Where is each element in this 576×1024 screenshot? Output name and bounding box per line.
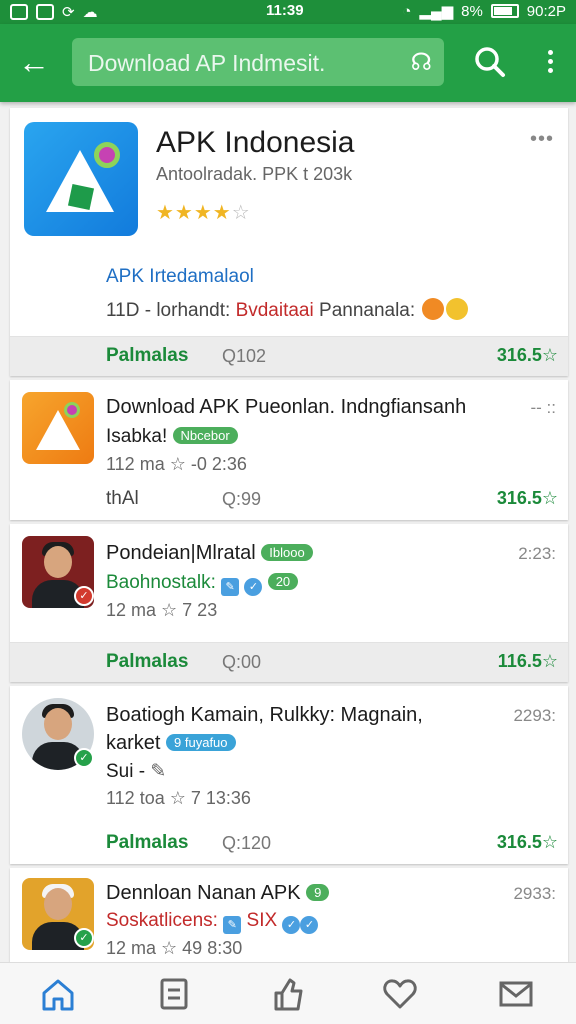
wrench-icon: ✎ — [150, 761, 167, 782]
check-icon: ✓ — [282, 916, 301, 934]
edit-icon: ✎ — [223, 916, 242, 934]
wifi-icon: ◔ — [402, 2, 412, 20]
rating-stars: ★★★★☆ — [156, 202, 251, 224]
star-icon: ☆ — [541, 345, 558, 365]
footer-score: 116.5☆ — [497, 651, 558, 671]
tag-pill: 9 — [306, 884, 330, 901]
row-subtitle: Soskatlicens: ✎ SIX ✓ ✓ — [106, 910, 319, 934]
apk-indonesia-logo — [24, 122, 138, 236]
row-right-text: -- :: — [530, 398, 557, 417]
app-meta: 11D - lorhandt: Bvdaitaai Pannanala: — [106, 298, 469, 322]
footer-count: Q:120 — [222, 833, 272, 853]
verified-badge-icon: ✓ — [74, 586, 94, 606]
cloud-icon: ☁ — [82, 4, 98, 21]
footer-count: Q102 — [222, 346, 267, 366]
app-title: APK Indonesia — [156, 126, 355, 159]
back-arrow-icon[interactable]: ← — [14, 42, 54, 82]
app-thumbnail — [22, 392, 94, 464]
list-item[interactable]: ✓ Boatiogh Kamain, Rulkky: Magnain, kark… — [10, 686, 568, 864]
star-icon: ☆ — [541, 651, 558, 671]
row-title: Pondeian|Mlratal Iblooo — [106, 542, 313, 565]
row-title-cont: karket 9 fuyafuo — [106, 732, 236, 755]
home-icon[interactable] — [38, 975, 78, 1013]
row-right-text: 2293: — [513, 706, 556, 725]
row-right-text: 2933: — [513, 884, 556, 903]
row-title: Download APK Pueonlan. Indngfiansanh — [106, 396, 467, 418]
footer-score: 316.5☆ — [496, 345, 558, 365]
tag-pill: 9 fuyafuo — [166, 734, 236, 751]
row-meta: 12 ma ☆ 49 8:30 — [106, 938, 243, 958]
card-footer: Palmalas Q102 316.5☆ — [10, 336, 568, 376]
row-title: Boatiogh Kamain, Rulkky: Magnain, — [106, 704, 423, 726]
footer-count: Q:00 — [222, 652, 262, 672]
row-subtitle: Baohnostalk: ✎ ✓ 20 — [106, 572, 299, 596]
list-item[interactable]: ✓ Pondeian|Mlratal Iblooo 2:23: Baohnost… — [10, 524, 568, 682]
main-app-card[interactable]: APK Indonesia Antoolradak. PPK t 203k ★★… — [10, 108, 568, 376]
row-meta: 112 ma ☆ -0 2:36 — [106, 454, 247, 474]
battery-icon — [490, 4, 519, 18]
list-item[interactable]: Download APK Pueonlan. Indngfiansanh -- … — [10, 380, 568, 520]
card-footer: thAl Q:99 316.5☆ — [10, 480, 568, 520]
more-options-icon[interactable]: ••• — [530, 128, 554, 151]
emoji-icon — [446, 298, 469, 320]
notification-icon — [10, 4, 28, 20]
apps-icon[interactable] — [154, 975, 194, 1013]
footer-count: Q:99 — [222, 489, 262, 509]
sync-icon: ⟳ — [62, 4, 75, 21]
check-icon: ✓ — [300, 916, 319, 934]
row-title: Dennloan Nanan APK 9 — [106, 882, 330, 905]
heart-icon[interactable] — [380, 975, 420, 1013]
row-meta: 12 ma ☆ 7 23 — [106, 600, 218, 620]
footer-label: thAl — [106, 488, 139, 509]
voice-search-icon[interactable]: ☊ — [411, 48, 432, 77]
search-query-text: Download AP Indmesit. — [88, 50, 326, 76]
row-right-text: 2:23: — [518, 544, 556, 563]
status-bar: ⟳ ☁ 11:39 ◔ ▂▄▆ 8% 90:2P — [0, 0, 576, 24]
emoji-icon — [422, 298, 445, 320]
status-right-text: 90:2P — [526, 2, 566, 20]
overflow-menu-icon[interactable] — [536, 46, 564, 80]
signal-icon: ▂▄▆ — [419, 3, 454, 20]
star-icon: ☆ — [541, 488, 558, 508]
gallery-icon — [36, 4, 54, 20]
bottom-navigation — [0, 962, 576, 1024]
battery-percent: 8% — [461, 2, 483, 20]
footer-label: Palmalas — [106, 832, 189, 853]
footer-score: 316.5☆ — [496, 832, 558, 852]
thumbs-up-icon[interactable] — [268, 975, 308, 1013]
edit-icon: ✎ — [221, 578, 240, 596]
row-subtitle: Isabka! Nbcebor — [106, 426, 238, 448]
mail-icon[interactable] — [496, 975, 536, 1013]
footer-label: Palmalas — [106, 345, 189, 366]
row-meta: 112 toa ☆ 7 13:36 — [106, 788, 251, 808]
star-icon: ☆ — [541, 832, 558, 852]
verified-badge-icon: ✓ — [74, 928, 94, 948]
footer-score: 316.5☆ — [496, 488, 558, 508]
search-icon[interactable] — [470, 42, 510, 82]
tag-pill: Iblooo — [261, 544, 313, 561]
app-subtitle: Antoolradak. PPK t 203k — [156, 164, 353, 184]
developer-name[interactable]: APK Irtedamalaol — [106, 266, 254, 288]
card-footer: Palmalas Q:00 116.5☆ — [10, 642, 568, 682]
check-icon: ✓ — [244, 578, 263, 596]
search-input[interactable]: Download AP Indmesit. ☊ — [72, 38, 444, 86]
tag-pill: Nbcebor — [172, 427, 238, 444]
row-subtitle: Sui - ✎ — [106, 761, 167, 782]
count-pill: 20 — [267, 573, 299, 590]
card-footer: Palmalas Q:120 316.5☆ — [10, 824, 568, 864]
verified-badge-icon: ✓ — [74, 748, 94, 768]
app-bar: ← Download AP Indmesit. ☊ — [0, 24, 576, 102]
list-item[interactable]: ✓ Dennloan Nanan APK 9 2933: Soskatlicen… — [10, 868, 568, 962]
status-time: 11:39 — [266, 2, 304, 19]
footer-label: Palmalas — [106, 651, 189, 672]
